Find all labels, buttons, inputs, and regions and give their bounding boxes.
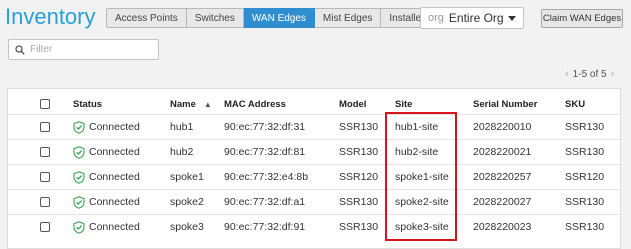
column-header-sku[interactable]: SKU [565,95,585,113]
site-cell: spoke3-site [395,221,449,233]
table-row[interactable]: Connected spoke2 90:ec:77:32:df:a1 SSR13… [8,189,622,214]
status-text: Connected [89,196,140,208]
pagination-range: 1-5 of 5 [572,68,607,80]
shield-check-icon [73,220,85,234]
column-header-name[interactable]: Name ▲ [170,95,212,113]
mac-cell: 90:ec:77:32:e4:8b [224,171,309,183]
chevron-left-icon[interactable]: ‹ [565,68,569,80]
select-all-checkbox[interactable] [40,99,50,109]
site-cell: hub1-site [395,121,439,133]
column-header-serial[interactable]: Serial Number [473,95,537,113]
status-cell: Connected [73,115,140,139]
name-cell: spoke1 [170,171,204,183]
serial-cell: 2028220257 [473,171,532,183]
name-cell: spoke2 [170,196,204,208]
pagination: ‹ 1-5 of 5 › [565,68,614,80]
sku-cell: SSR130 [565,221,605,233]
model-cell: SSR120 [339,171,379,183]
tab-mist-edges[interactable]: Mist Edges [314,8,382,28]
tab-wan-edges[interactable]: WAN Edges [243,8,315,28]
filter-placeholder: Filter [30,44,53,55]
table-row[interactable]: Connected spoke3 90:ec:77:32:df:91 SSR13… [8,214,622,239]
filter-input[interactable]: Filter [8,39,159,60]
status-cell: Connected [73,190,140,214]
shield-check-icon [73,120,85,134]
column-header-mac[interactable]: MAC Address [224,95,286,113]
sort-arrow-icon: ▲ [203,99,212,109]
mac-cell: 90:ec:77:32:df:31 [224,121,306,133]
table-row[interactable]: Connected spoke1 90:ec:77:32:e4:8b SSR12… [8,164,622,189]
sku-cell: SSR130 [565,146,605,158]
serial-cell: 2028220010 [473,121,532,133]
tab-access-points[interactable]: Access Points [106,8,187,28]
name-cell: hub1 [170,121,194,133]
row-checkbox[interactable] [40,172,50,182]
shield-check-icon [73,170,85,184]
serial-cell: 2028220023 [473,221,532,233]
mac-cell: 90:ec:77:32:df:81 [224,146,306,158]
status-text: Connected [89,146,140,158]
model-cell: SSR130 [339,196,379,208]
column-header-model[interactable]: Model [339,95,366,113]
search-icon [15,44,25,55]
serial-cell: 2028220027 [473,196,532,208]
tab-switches[interactable]: Switches [186,8,244,28]
status-text: Connected [89,171,140,183]
site-cell: spoke2-site [395,196,449,208]
column-header-name-label: Name [170,98,196,110]
caret-down-icon [508,16,516,21]
chevron-right-icon[interactable]: › [611,68,615,80]
shield-check-icon [73,195,85,209]
row-checkbox[interactable] [40,222,50,232]
inventory-table: Status Name ▲ MAC Address Model Site Ser… [7,88,622,249]
row-checkbox[interactable] [40,197,50,207]
claim-wan-edges-button[interactable]: Claim WAN Edges [541,9,623,28]
table-row[interactable]: Connected hub2 90:ec:77:32:df:81 SSR130 … [8,139,622,164]
row-checkbox[interactable] [40,122,50,132]
row-checkbox[interactable] [40,147,50,157]
sku-cell: SSR130 [565,121,605,133]
table-row[interactable]: Connected hub1 90:ec:77:32:df:31 SSR130 … [8,114,622,139]
site-cell: hub2-site [395,146,439,158]
shield-check-icon [73,145,85,159]
sku-cell: SSR120 [565,171,605,183]
status-text: Connected [89,221,140,233]
model-cell: SSR130 [339,121,379,133]
model-cell: SSR130 [339,221,379,233]
model-cell: SSR130 [339,146,379,158]
name-cell: hub2 [170,146,194,158]
table-header: Status Name ▲ MAC Address Model Site Ser… [8,95,622,113]
page-title: Inventory [5,4,96,29]
status-cell: Connected [73,165,140,189]
status-text: Connected [89,121,140,133]
org-select[interactable]: org Entire Org [420,7,524,29]
status-cell: Connected [73,215,140,239]
site-cell: spoke1-site [395,171,449,183]
org-select-prefix: org [428,12,444,24]
org-select-value: Entire Org [448,11,504,25]
name-cell: spoke3 [170,221,204,233]
serial-cell: 2028220021 [473,146,532,158]
column-header-site[interactable]: Site [395,95,412,113]
sku-cell: SSR130 [565,196,605,208]
inventory-tabs: Access Points Switches WAN Edges Mist Ed… [106,8,462,28]
status-cell: Connected [73,140,140,164]
column-header-status[interactable]: Status [73,95,102,113]
mac-cell: 90:ec:77:32:df:a1 [224,196,306,208]
mac-cell: 90:ec:77:32:df:91 [224,221,306,233]
